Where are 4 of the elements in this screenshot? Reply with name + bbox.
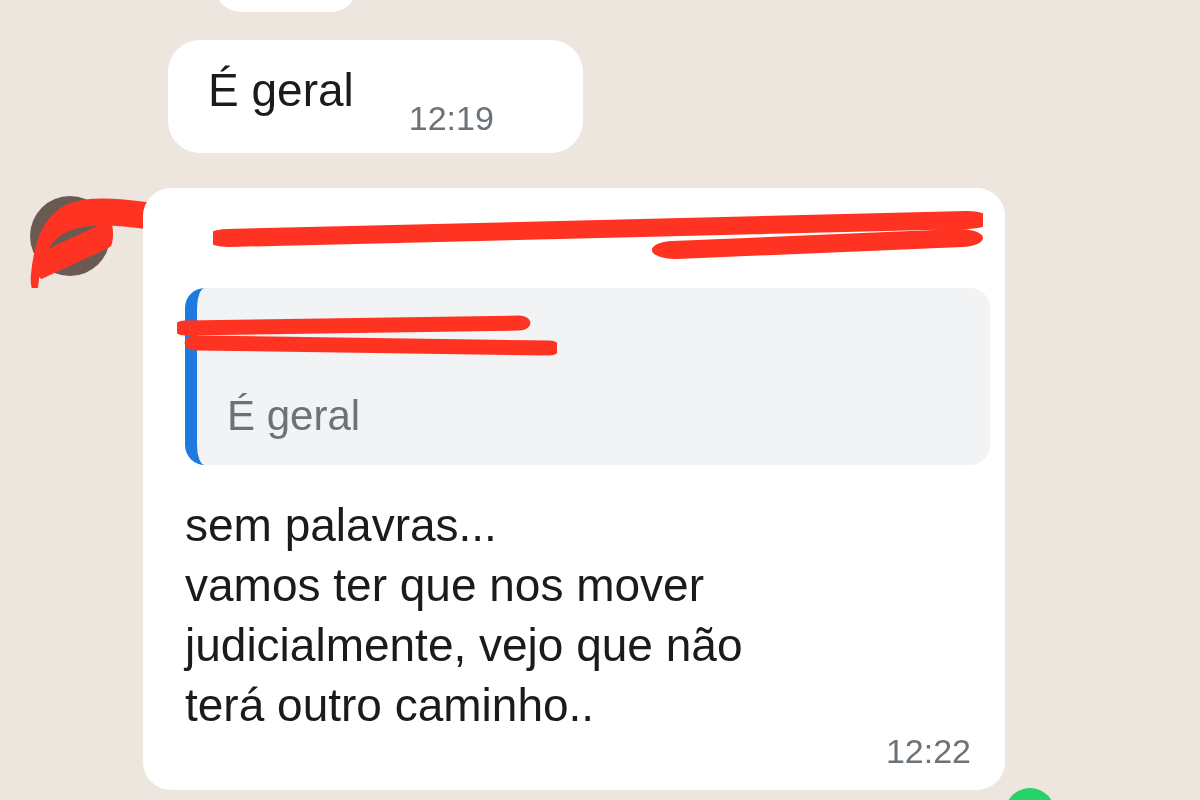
quoted-text: É geral	[227, 395, 361, 437]
message-time: 12:22	[885, 734, 971, 768]
message-time: 12:19	[408, 101, 494, 135]
message-text: sem palavras... vamos ter que nos mover judicialmente, vejo que não terá outro caminho..	[185, 498, 744, 733]
